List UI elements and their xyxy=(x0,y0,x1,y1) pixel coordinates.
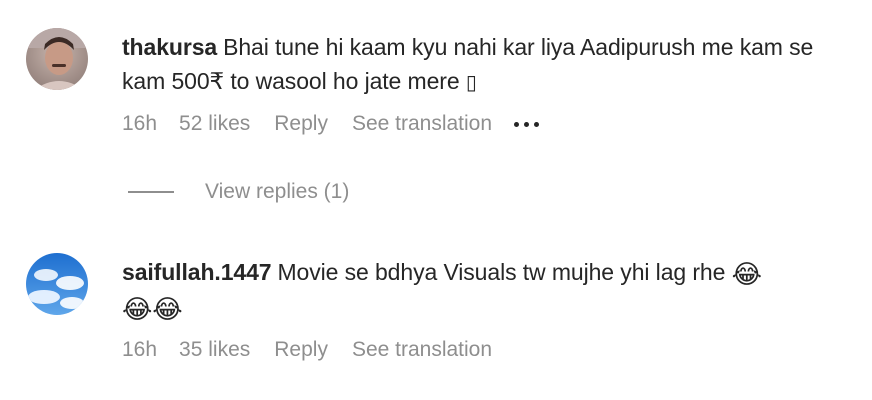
divider-line xyxy=(128,191,174,193)
reply-button[interactable]: Reply xyxy=(274,338,328,362)
view-replies-button[interactable]: View replies (1) xyxy=(128,180,349,204)
comment-meta: 16h 52 likes Reply See translation xyxy=(122,112,862,136)
comment-time: 16h xyxy=(122,112,158,135)
view-replies-label: View replies (1) xyxy=(205,180,350,203)
comment-time: 16h xyxy=(122,338,158,361)
avatar[interactable] xyxy=(26,253,88,315)
laughing-emoji-icon: 😂 xyxy=(152,295,183,325)
comment-body: thakursa Bhai tune hi kaam kyu nahi kar l… xyxy=(122,30,862,136)
comment-text: Movie se bdhya Visuals tw mujhe yhi lag … xyxy=(277,259,726,285)
avatar[interactable] xyxy=(26,28,88,90)
comment-meta: 16h 35 likes Reply See translation xyxy=(122,338,862,362)
laughing-emoji-icon: 😂 xyxy=(731,260,762,290)
more-options-icon[interactable] xyxy=(514,114,540,134)
comment-body: saifullah.1447 Movie se bdhya Visuals tw … xyxy=(122,255,862,362)
see-translation-button[interactable]: See translation xyxy=(352,338,492,362)
comment-text-block: saifullah.1447 Movie se bdhya Visuals tw … xyxy=(122,255,862,325)
reply-button[interactable]: Reply xyxy=(274,112,328,136)
comment-username[interactable]: saifullah.1447 xyxy=(122,259,272,285)
laughing-emoji-icon: 😂 xyxy=(122,295,153,325)
comment-text-block: thakursa Bhai tune hi kaam kyu nahi kar l… xyxy=(122,30,862,99)
comment-likes[interactable]: 35 likes xyxy=(179,338,250,362)
comment-username[interactable]: thakursa xyxy=(122,34,217,60)
see-translation-button[interactable]: See translation xyxy=(352,112,492,136)
comment-likes[interactable]: 52 likes xyxy=(179,112,250,136)
missing-glyph: ▯ xyxy=(465,70,477,94)
